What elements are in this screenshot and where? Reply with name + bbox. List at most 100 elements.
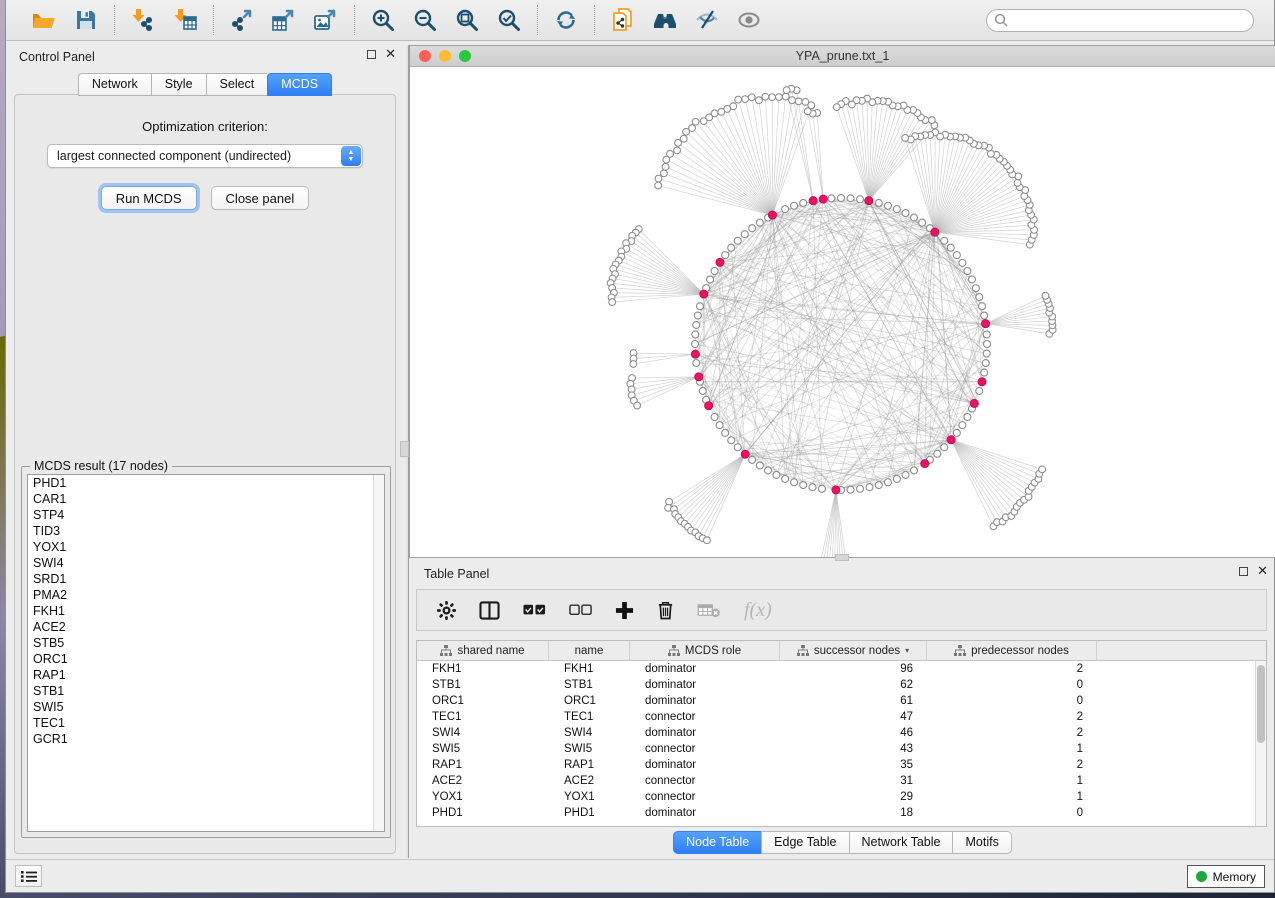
mcds-result-item[interactable]: RAP1 — [28, 667, 384, 683]
import-network-icon[interactable] — [129, 6, 157, 34]
tab-motifs[interactable]: Motifs — [952, 831, 1011, 854]
horizontal-splitter-handle[interactable] — [835, 554, 849, 561]
zoom-selected-icon[interactable] — [495, 6, 523, 34]
cell-successors: 47 — [780, 711, 927, 723]
mcds-result-item[interactable]: STB5 — [28, 635, 384, 651]
column-header-shared-name[interactable]: shared name — [417, 641, 549, 660]
tab-mcds[interactable]: MCDS — [267, 73, 332, 96]
mcds-result-item[interactable]: ACE2 — [28, 619, 384, 635]
cell-name: FKH1 — [549, 663, 630, 675]
gear-icon[interactable] — [437, 601, 456, 620]
select-all-icon[interactable] — [523, 604, 546, 616]
column-header-name[interactable]: name — [549, 641, 630, 660]
run-mcds-button[interactable]: Run MCDS — [101, 186, 197, 210]
column-header-filler — [1097, 641, 1266, 660]
mcds-result-item[interactable]: PMA2 — [28, 587, 384, 603]
tab-style[interactable]: Style — [151, 73, 206, 96]
zoom-fit-icon[interactable] — [453, 6, 481, 34]
deselect-all-icon[interactable] — [569, 604, 592, 616]
cell-name: PHD1 — [549, 807, 630, 819]
export-image-icon[interactable] — [312, 6, 340, 34]
mcds-result-item[interactable]: YOX1 — [28, 539, 384, 555]
window-close-light[interactable] — [419, 50, 431, 62]
mcds-result-item[interactable]: ORC1 — [28, 651, 384, 667]
vertical-splitter-handle[interactable] — [400, 441, 409, 457]
cell-predecessors: 2 — [927, 663, 1097, 675]
table-row-ACE2[interactable]: ACE2ACE2connector311 — [417, 773, 1266, 789]
network-graph — [410, 67, 1275, 557]
mcds-list-scrollbar[interactable] — [373, 475, 384, 831]
table-row-RAP1[interactable]: RAP1RAP1dominator352 — [417, 757, 1266, 773]
table-row-FKH1[interactable]: FKH1FKH1dominator962 — [417, 661, 1266, 677]
tab-network[interactable]: Network — [78, 73, 151, 96]
show-all-icon[interactable] — [735, 6, 763, 34]
table-scrollbar[interactable] — [1255, 661, 1266, 826]
import-table-icon[interactable] — [171, 6, 199, 34]
table-row-YOX1[interactable]: YOX1YOX1connector291 — [417, 789, 1266, 805]
cell-shared_name: RAP1 — [417, 759, 549, 771]
float-table-panel-icon[interactable] — [1239, 567, 1248, 576]
refresh-icon[interactable] — [552, 6, 580, 34]
cell-mcds_role: dominator — [630, 695, 780, 707]
table-row-PHD1[interactable]: PHD1PHD1dominator180 — [417, 805, 1266, 821]
mcds-result-item[interactable]: SWI4 — [28, 555, 384, 571]
mcds-result-item[interactable]: GCR1 — [28, 731, 384, 747]
binoculars-icon[interactable] — [651, 6, 679, 34]
export-table-icon[interactable] — [270, 6, 298, 34]
cell-predecessors: 2 — [927, 759, 1097, 771]
cell-mcds_role: dominator — [630, 663, 780, 675]
tab-edge-table[interactable]: Edge Table — [761, 831, 848, 854]
mcds-result-item[interactable]: FKH1 — [28, 603, 384, 619]
mcds-result-item[interactable]: STP4 — [28, 507, 384, 523]
zoom-in-icon[interactable] — [369, 6, 397, 34]
tab-node-table[interactable]: Node Table — [673, 831, 761, 854]
memory-button[interactable]: Memory — [1187, 865, 1265, 888]
mcds-result-item[interactable]: CAR1 — [28, 491, 384, 507]
mcds-result-item[interactable]: PHD1 — [28, 475, 384, 491]
network-canvas[interactable] — [410, 67, 1275, 557]
table-row-STB1[interactable]: STB1STB1dominator620 — [417, 677, 1266, 693]
cell-shared_name: SWI5 — [417, 743, 549, 755]
cell-predecessors: 0 — [927, 807, 1097, 819]
cell-predecessors: 0 — [927, 679, 1097, 691]
export-network-icon[interactable] — [228, 6, 256, 34]
tab-select[interactable]: Select — [206, 73, 268, 96]
column-header-successor-nodes[interactable]: successor nodes▾ — [780, 641, 927, 660]
float-panel-icon[interactable] — [367, 50, 376, 59]
close-table-panel-icon[interactable]: ✕ — [1257, 566, 1268, 576]
criterion-dropdown-value: largest connected component (undirected) — [57, 149, 291, 163]
mcds-result-item[interactable]: SRD1 — [28, 571, 384, 587]
table-row-SWI4[interactable]: SWI4SWI4dominator462 — [417, 725, 1266, 741]
cell-successors: 96 — [780, 663, 927, 675]
save-icon[interactable] — [72, 6, 100, 34]
close-panel-button[interactable]: Close panel — [211, 186, 310, 210]
window-minimize-light[interactable] — [439, 50, 451, 62]
mcds-result-item[interactable]: SWI5 — [28, 699, 384, 715]
table-row-ORC1[interactable]: ORC1ORC1dominator610 — [417, 693, 1266, 709]
mcds-result-item[interactable]: STB1 — [28, 683, 384, 699]
memory-label: Memory — [1213, 870, 1256, 884]
trash-icon[interactable] — [657, 600, 674, 620]
window-zoom-light[interactable] — [459, 50, 471, 62]
task-history-button[interactable] — [15, 865, 42, 887]
mcds-result-item[interactable]: TID3 — [28, 523, 384, 539]
table-scrollbar-thumb[interactable] — [1257, 665, 1265, 743]
hide-selected-icon[interactable] — [693, 6, 721, 34]
clone-network-icon[interactable] — [609, 6, 637, 34]
mcds-result-item[interactable]: TEC1 — [28, 715, 384, 731]
table-panel: Table Panel ✕ f(x) shared namenameMCDS r… — [409, 562, 1275, 858]
column-header-MCDS-role[interactable]: MCDS role — [630, 641, 780, 660]
criterion-dropdown[interactable]: largest connected component (undirected)… — [47, 144, 363, 168]
mcds-result-list[interactable]: PHD1CAR1STP4TID3YOX1SWI4SRD1PMA2FKH1ACE2… — [27, 474, 385, 832]
close-panel-icon[interactable]: ✕ — [385, 49, 396, 59]
table-row-TEC1[interactable]: TEC1TEC1connector472 — [417, 709, 1266, 725]
open-folder-icon[interactable] — [30, 6, 58, 34]
add-icon[interactable] — [615, 601, 634, 620]
tab-network-table[interactable]: Network Table — [849, 831, 953, 854]
zoom-out-icon[interactable] — [411, 6, 439, 34]
cell-name: ACE2 — [549, 775, 630, 787]
table-row-SWI5[interactable]: SWI5SWI5connector431 — [417, 741, 1266, 757]
columns-icon[interactable] — [479, 601, 500, 620]
toolbar-search-input[interactable] — [986, 9, 1254, 32]
column-header-predecessor-nodes[interactable]: predecessor nodes — [927, 641, 1097, 660]
